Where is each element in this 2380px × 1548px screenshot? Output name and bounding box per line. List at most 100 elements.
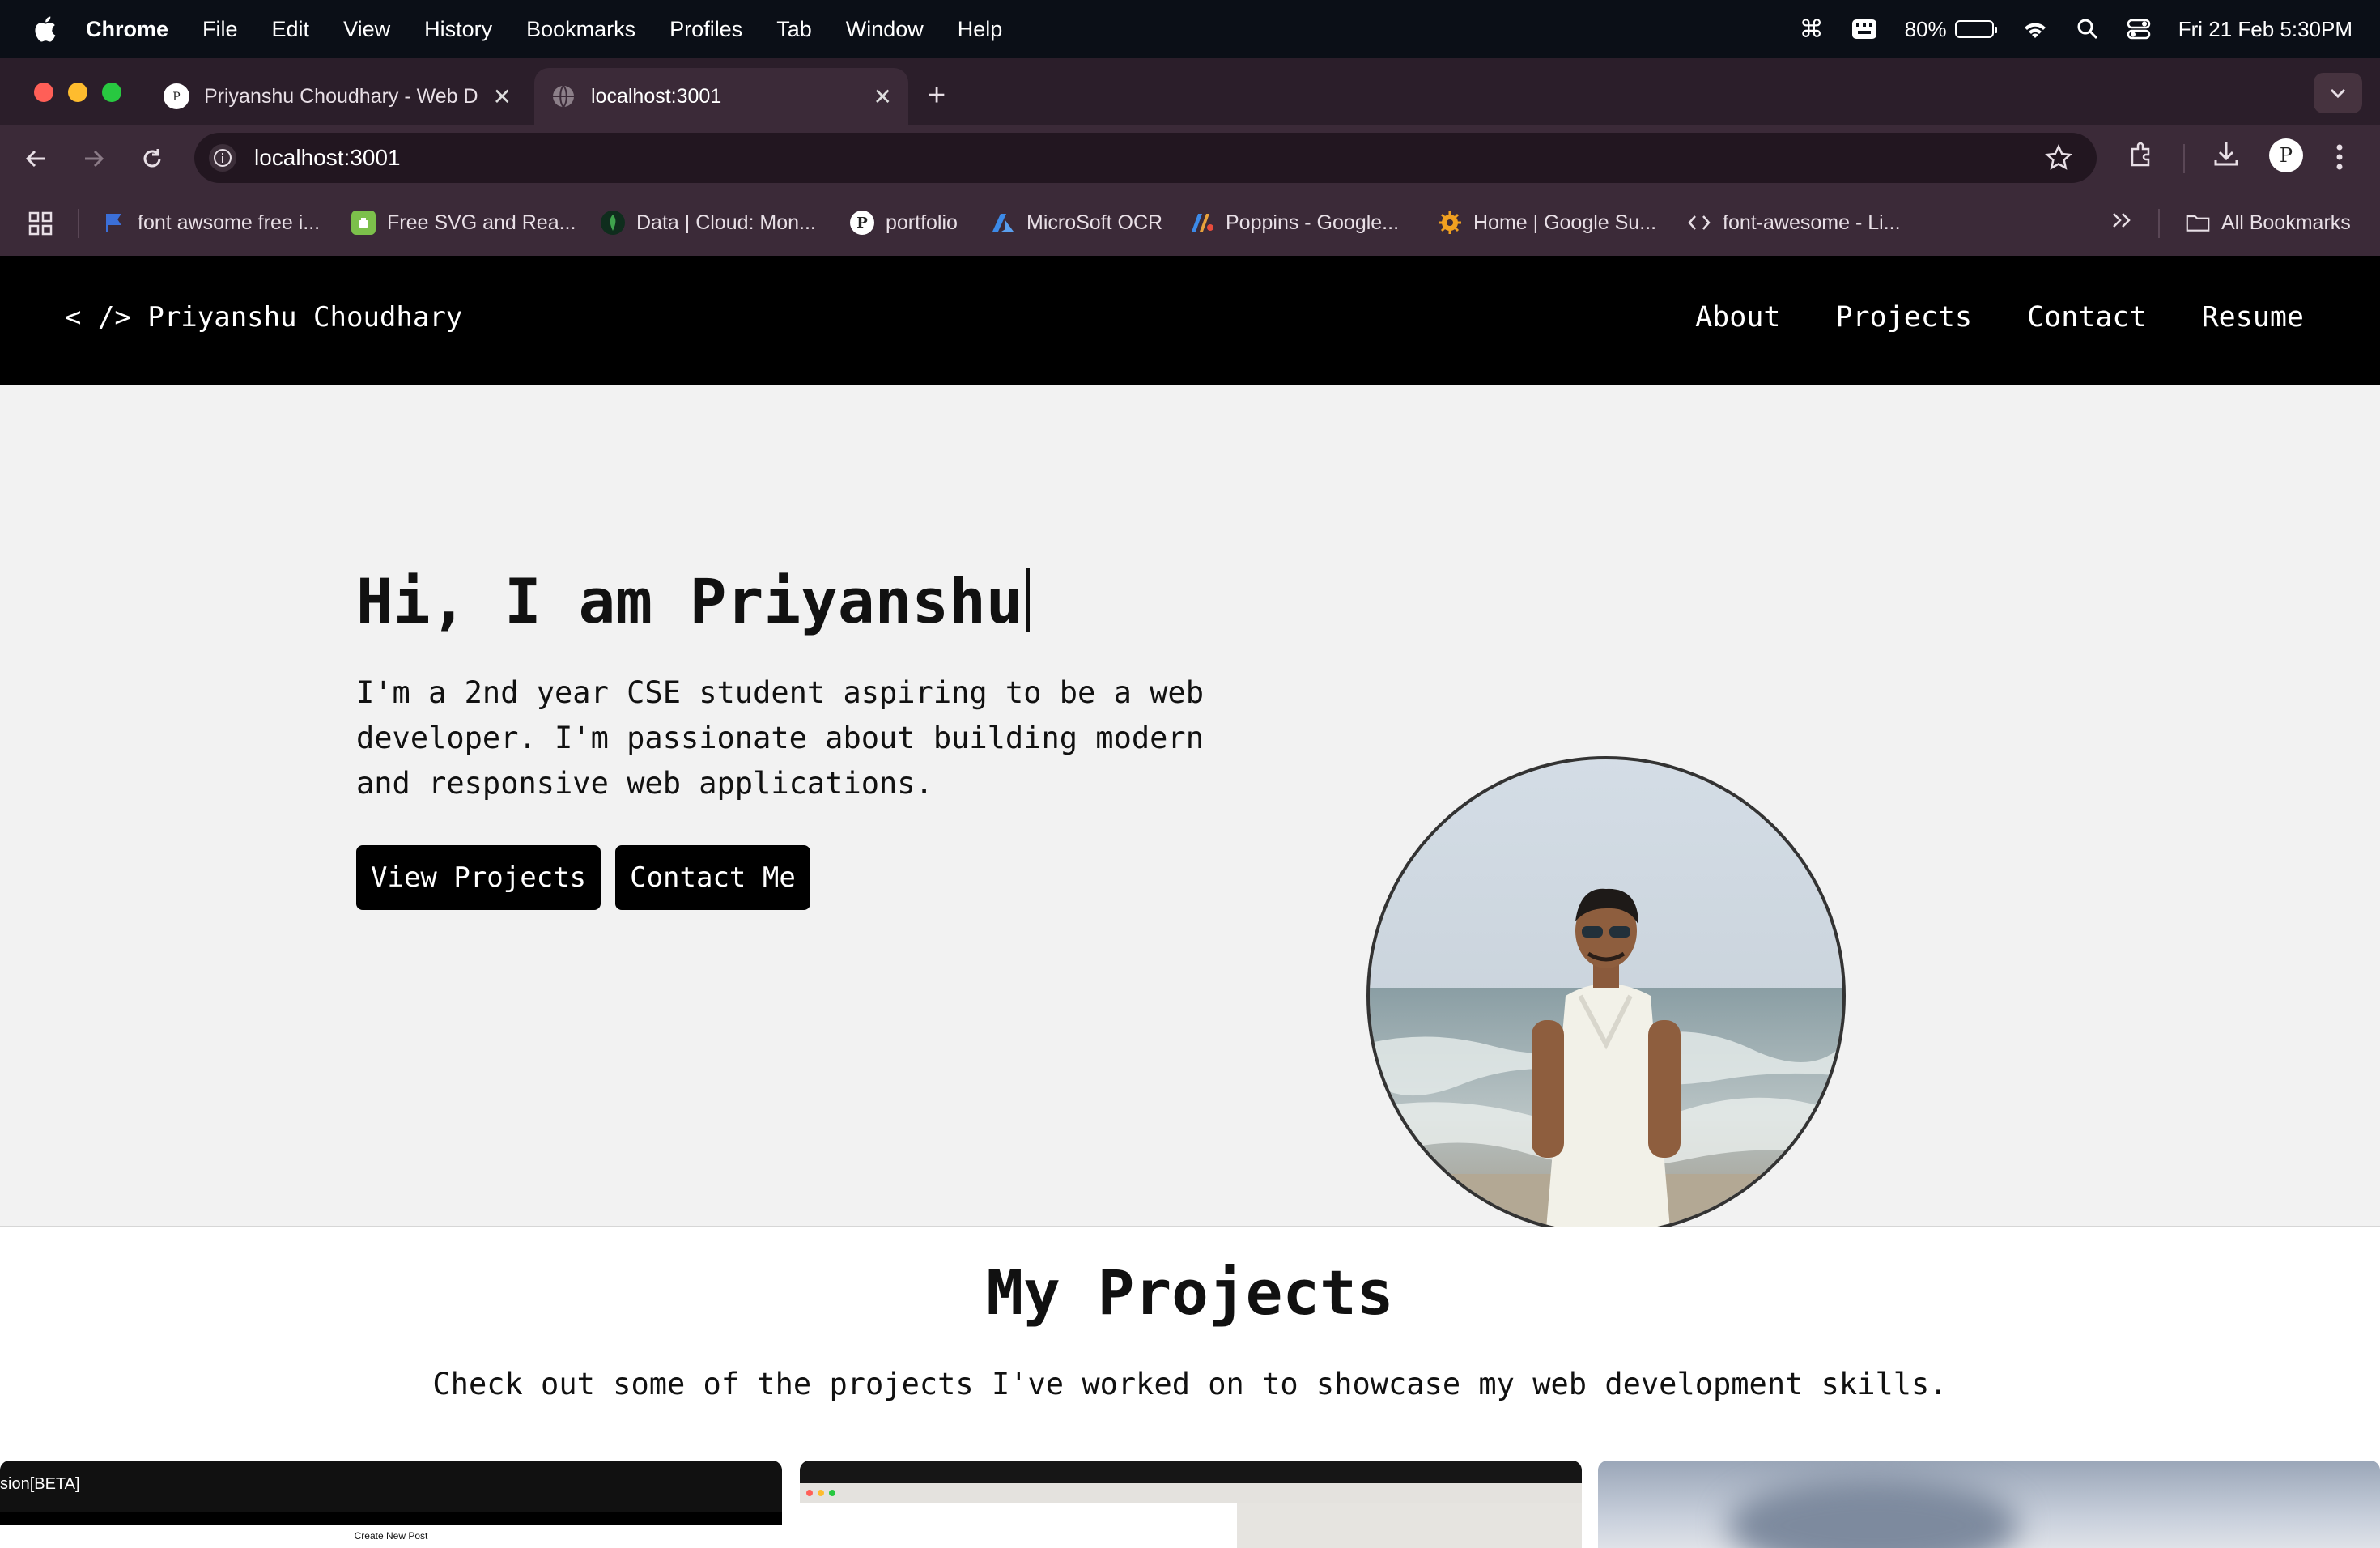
bookmark-font-awesome-free[interactable]: font awsome free i... [102, 211, 320, 235]
projects-subtitle: Check out some of the projects I've work… [432, 1367, 1948, 1401]
apps-grid-icon[interactable] [28, 211, 53, 236]
reload-button[interactable] [134, 141, 170, 176]
bookmark-label: Poppins - Google... [1226, 211, 1400, 234]
project-card-image-blur [1728, 1477, 2019, 1548]
menu-file[interactable]: File [202, 17, 238, 42]
menu-history[interactable]: History [424, 17, 492, 42]
close-window-button[interactable] [34, 83, 53, 102]
menubar-clock[interactable]: Fri 21 Feb 5:30PM [2178, 17, 2352, 42]
address-bar[interactable]: localhost:3001 [194, 133, 2097, 183]
tab-portfolio[interactable]: P Priyanshu Choudhary - Web D ✕ [147, 68, 528, 125]
tab-title: Priyanshu Choudhary - Web D [204, 84, 478, 108]
flag-icon [102, 211, 126, 235]
menu-app-name[interactable]: Chrome [86, 17, 168, 42]
wifi-icon[interactable] [2021, 19, 2049, 40]
view-projects-button[interactable]: View Projects [356, 845, 601, 910]
all-bookmarks-label: All Bookmarks [2221, 211, 2351, 234]
project-card[interactable]: sion[BETA] Create New Post [0, 1461, 782, 1548]
project-card-screenshot-text: Create New Post [354, 1530, 428, 1542]
screenshot-zoom-dot [829, 1490, 835, 1496]
extensions-icon[interactable] [2126, 139, 2157, 170]
window-controls [34, 83, 121, 102]
screenshot-minimize-dot [818, 1490, 824, 1496]
macos-menubar: Chrome File Edit View History Bookmarks … [0, 0, 2380, 58]
nav-link-contact[interactable]: Contact [2027, 301, 2147, 334]
bookmark-portfolio[interactable]: P portfolio [850, 211, 958, 235]
menu-window[interactable]: Window [846, 17, 924, 42]
menu-view[interactable]: View [343, 17, 390, 42]
keyboard-icon[interactable] [1851, 19, 1877, 40]
bookmarks-separator [2158, 209, 2160, 238]
bookmark-google-sites[interactable]: Home | Google Su... [1438, 211, 1656, 235]
profile-avatar-icon[interactable]: P [2268, 138, 2304, 173]
site-nav-links: About Projects Contact Resume [1695, 301, 2304, 334]
url-text[interactable]: localhost:3001 [254, 145, 401, 171]
back-button[interactable] [18, 141, 53, 176]
control-center-icon[interactable] [2127, 18, 2151, 40]
web-page: < /> Priyanshu Choudhary About Projects … [0, 256, 2380, 1548]
menu-edit[interactable]: Edit [272, 17, 310, 42]
bookmark-free-svg[interactable]: Free SVG and Rea... [351, 211, 576, 235]
profile-photo [1366, 756, 1846, 1235]
bookmarks-overflow-icon[interactable] [2111, 211, 2132, 230]
site-info-icon[interactable] [209, 144, 236, 172]
tab-localhost[interactable]: localhost:3001 ✕ [534, 68, 908, 125]
chevron-down-icon [2330, 88, 2346, 99]
svg-text:P: P [2280, 144, 2293, 167]
projects-section: My Projects Check out some of the projec… [0, 1227, 2380, 1548]
bookmark-label: Data | Cloud: Mon... [636, 211, 816, 234]
hero-heading: Hi, I am Priyanshu [356, 565, 1030, 637]
nav-link-about[interactable]: About [1695, 301, 1780, 334]
all-bookmarks-button[interactable]: All Bookmarks [2186, 211, 2351, 235]
new-tab-button[interactable]: + [928, 79, 946, 112]
bookmark-label: portfolio [886, 211, 958, 234]
tab-strip: P Priyanshu Choudhary - Web D ✕ localhos… [0, 58, 2380, 125]
toolbar-separator [2183, 144, 2185, 173]
apple-icon[interactable] [32, 15, 58, 43]
command-icon[interactable]: ⌘ [1800, 15, 1824, 44]
tab-search-button[interactable] [2314, 73, 2362, 113]
zoom-window-button[interactable] [102, 83, 121, 102]
more-menu-icon[interactable] [2335, 141, 2344, 173]
project-card[interactable] [1598, 1461, 2380, 1548]
hero-buttons: View Projects Contact Me [356, 845, 810, 910]
arrow-left-icon [25, 150, 45, 168]
portfolio-icon: P [850, 211, 874, 235]
bookmark-star-icon[interactable] [2045, 144, 2072, 177]
project-card-screenshot-toolbar [800, 1483, 1582, 1503]
hero-heading-text: Hi, I am Priyanshu [356, 565, 1023, 637]
project-card-screenshot-menubar [800, 1461, 1582, 1483]
projects-heading: My Projects [986, 1257, 1394, 1329]
typing-cursor [1026, 568, 1030, 632]
nav-link-resume[interactable]: Resume [2202, 301, 2304, 334]
battery-status[interactable]: 80% [1905, 17, 1997, 42]
download-icon[interactable] [2212, 139, 2241, 168]
bookmark-label: Free SVG and Rea... [387, 211, 576, 234]
contact-me-button[interactable]: Contact Me [615, 845, 810, 910]
project-card[interactable] [800, 1461, 1582, 1548]
close-tab-icon[interactable]: ✕ [493, 83, 512, 110]
bookmark-font-awesome-li[interactable]: font-awesome - Li... [1687, 211, 1901, 235]
folder-icon [2186, 211, 2210, 235]
menu-profiles[interactable]: Profiles [669, 17, 742, 42]
menu-tab[interactable]: Tab [776, 17, 812, 42]
minimize-window-button[interactable] [68, 83, 87, 102]
site-navbar: < /> Priyanshu Choudhary About Projects … [0, 256, 2380, 385]
close-tab-icon[interactable]: ✕ [873, 83, 892, 110]
nav-link-projects[interactable]: Projects [1835, 301, 1972, 334]
spotlight-search-icon[interactable] [2076, 18, 2099, 40]
project-card-screenshot-content [800, 1503, 1237, 1548]
menu-bookmarks[interactable]: Bookmarks [526, 17, 635, 42]
browser-window: P Priyanshu Choudhary - Web D ✕ localhos… [0, 58, 2380, 256]
azure-icon [991, 211, 1015, 235]
project-card-screenshot-header: sion[BETA] [0, 1461, 782, 1512]
site-logo[interactable]: < /> Priyanshu Choudhary [65, 301, 462, 334]
menu-help[interactable]: Help [958, 17, 1003, 42]
forward-button[interactable] [76, 141, 112, 176]
hero-section: Hi, I am Priyanshu I'm a 2nd year CSE st… [0, 385, 2380, 1235]
bookmark-poppins[interactable]: Poppins - Google... [1190, 211, 1399, 235]
mongodb-leaf-icon [601, 211, 625, 235]
bookmark-mongodb[interactable]: Data | Cloud: Mon... [601, 211, 816, 235]
bookmark-microsoft-ocr[interactable]: MicroSoft OCR [991, 211, 1162, 235]
portfolio-favicon-icon: P [164, 83, 189, 109]
